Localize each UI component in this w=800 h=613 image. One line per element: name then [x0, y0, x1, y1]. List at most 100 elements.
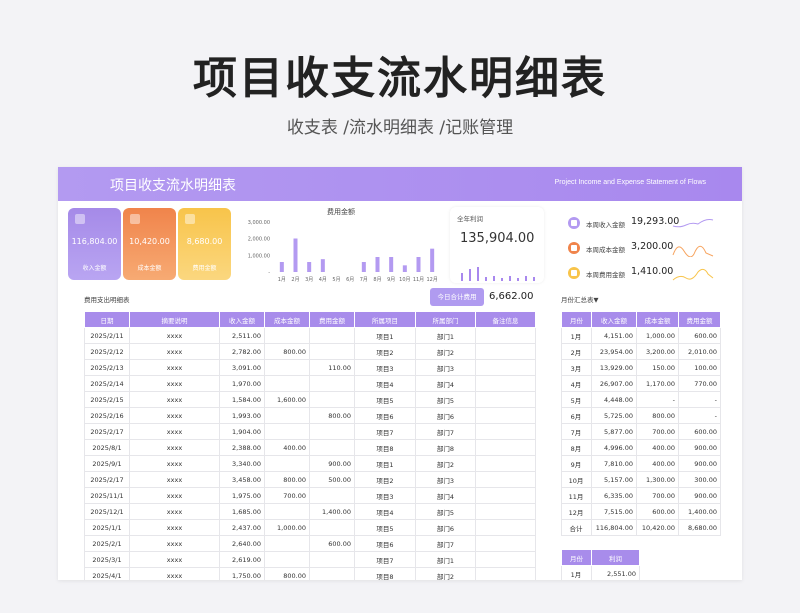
weekly-income-sparkline [672, 219, 714, 228]
column-header[interactable]: 收入金额 [591, 311, 637, 328]
table-row[interactable]: 7月 5,877.00 700.00 600.00 [561, 423, 721, 440]
table-cell [475, 375, 536, 392]
today-total-button[interactable]: 今日合计费用 [430, 288, 484, 306]
table-cell: 3,340.00 [219, 455, 265, 472]
table-cell: 部门6 [415, 407, 476, 424]
table-row[interactable]: 合计 116,804.00 10,420.00 8,680.00 [561, 519, 721, 536]
table-cell: 项目6 [354, 535, 416, 552]
table-row[interactable]: 2025/3/1 xxxx 2,619.00 项目7 部门1 [84, 551, 536, 568]
table-row[interactable]: 2025/2/12 xxxx 2,782.00 800.00 项目2 部门2 [84, 343, 536, 360]
table-cell: 10,420.00 [636, 519, 679, 536]
table-cell [475, 343, 536, 360]
table-row[interactable]: 1月 2,551.00 [561, 565, 640, 580]
x-tick-label: 9月 [387, 277, 395, 283]
table-cell: 2025/11/1 [84, 487, 130, 504]
table-cell [475, 487, 536, 504]
table-row[interactable]: 9月 7,810.00 400.00 900.00 [561, 455, 721, 472]
month-summary-dropdown[interactable]: 月份汇总表▼ [561, 294, 599, 304]
table-row[interactable]: 1月 4,151.00 1,000.00 600.00 [561, 327, 721, 344]
bar [430, 248, 435, 272]
x-tick-label: 1月 [278, 277, 286, 283]
table-cell: 部门8 [415, 439, 476, 456]
table-cell: 400.00 [264, 439, 310, 456]
table-row[interactable]: 2025/4/1 xxxx 1,750.00 800.00 项目8 部门2 [84, 567, 536, 580]
table-cell: 600.00 [309, 535, 355, 552]
table-row[interactable]: 2025/1/1 xxxx 2,437.00 1,000.00 项目5 部门6 [84, 519, 536, 536]
table-cell: 2025/3/1 [84, 551, 130, 568]
column-header[interactable]: 备注信息 [475, 311, 536, 328]
table-row[interactable]: 2025/9/1 xxxx 3,340.00 900.00 项目1 部门2 [84, 455, 536, 472]
table-row[interactable]: 11月 6,335.00 700.00 900.00 [561, 487, 721, 504]
table-cell: 部门6 [415, 519, 476, 536]
weekly-income-label: 本周收入金额 [586, 221, 625, 229]
box-icon [130, 214, 140, 224]
profit-value: 135,904.00 [460, 231, 535, 246]
column-header[interactable]: 所属项目 [354, 311, 416, 328]
table-cell: 900.00 [678, 455, 721, 472]
table-row[interactable]: 2025/2/16 xxxx 1,993.00 800.00 项目6 部门6 [84, 407, 536, 424]
table-cell: 23,954.00 [591, 343, 637, 360]
table-row[interactable]: 2025/2/1 xxxx 2,640.00 600.00 项目6 部门7 [84, 535, 536, 552]
column-header[interactable]: 收入金额 [219, 311, 265, 328]
kpi-card-expense[interactable]: 8,680.00 费用金额 [178, 208, 231, 280]
table-cell [309, 519, 355, 536]
table-row[interactable]: 12月 7,515.00 600.00 1,400.00 [561, 503, 721, 520]
table-cell: 900.00 [678, 487, 721, 504]
table-row[interactable]: 2月 23,954.00 3,200.00 2,010.00 [561, 343, 721, 360]
weekly-cost-label: 本周成本金额 [586, 246, 625, 254]
table-row[interactable]: 8月 4,996.00 400.00 900.00 [561, 439, 721, 456]
table-row[interactable]: 4月 26,907.00 1,170.00 770.00 [561, 375, 721, 392]
kpi-card-income[interactable]: 116,804.00 收入金额 [68, 208, 121, 280]
table-row[interactable]: 2025/11/1 xxxx 1,975.00 700.00 项目3 部门4 [84, 487, 536, 504]
table-cell: 4月 [561, 375, 592, 392]
table-row[interactable]: 2025/2/15 xxxx 1,584.00 1,600.00 项目5 部门5 [84, 391, 536, 408]
table-row[interactable]: 2025/12/1 xxxx 1,685.00 1,400.00 项目4 部门5 [84, 503, 536, 520]
table-cell: 2025/2/12 [84, 343, 130, 360]
table-row[interactable]: 2025/2/11 xxxx 2,511.00 项目1 部门1 [84, 327, 536, 344]
table-cell: 项目6 [354, 407, 416, 424]
table-cell [475, 407, 536, 424]
x-tick-label: 3月 [305, 277, 313, 283]
chart-title: 费用金额 [327, 207, 355, 216]
table-row[interactable]: 2025/2/13 xxxx 3,091.00 110.00 项目3 部门3 [84, 359, 536, 376]
x-tick-label: 2月 [291, 277, 299, 283]
table-row[interactable]: 2025/2/17 xxxx 1,904.00 项目7 部门7 [84, 423, 536, 440]
column-header[interactable]: 月份 [561, 549, 592, 566]
table-cell [475, 423, 536, 440]
column-header[interactable]: 所属部门 [415, 311, 476, 328]
table-cell: 项目4 [354, 375, 416, 392]
table-row[interactable]: 6月 5,725.00 800.00- [561, 407, 721, 424]
column-header[interactable]: 日期 [84, 311, 130, 328]
column-header[interactable]: 成本金额 [264, 311, 310, 328]
table-cell: 900.00 [678, 439, 721, 456]
table-cell [475, 471, 536, 488]
column-header[interactable]: 摘要说明 [129, 311, 220, 328]
table-row[interactable]: 5月 4,448.00- - [561, 391, 721, 408]
table-cell: 800.00 [309, 407, 355, 424]
table-row[interactable]: 2025/2/14 xxxx 1,970.00 项目4 部门4 [84, 375, 536, 392]
table-row[interactable]: 2025/8/1 xxxx 2,388.00 400.00 项目8 部门8 [84, 439, 536, 456]
kpi-card-cost[interactable]: 10,420.00 成本金额 [123, 208, 176, 280]
table-cell: xxxx [129, 519, 220, 536]
column-header[interactable]: 月份 [561, 311, 592, 328]
column-header[interactable]: 利润 [591, 549, 640, 566]
table-cell: 400.00 [636, 455, 679, 472]
weekly-expense: 本周费用金额 1,410.00 [568, 264, 728, 284]
column-header[interactable]: 费用金额 [309, 311, 355, 328]
table-cell: 2,640.00 [219, 535, 265, 552]
table-cell: 13,929.00 [591, 359, 637, 376]
table-cell: 项目7 [354, 423, 416, 440]
table-cell: 300.00 [678, 471, 721, 488]
column-header[interactable]: 成本金额 [636, 311, 679, 328]
table-cell: 项目1 [354, 455, 416, 472]
table-row[interactable]: 2025/2/17 xxxx 3,458.00 800.00 500.00 项目2 部门3 [84, 471, 536, 488]
column-header[interactable]: 费用金额 [678, 311, 721, 328]
table-cell [475, 535, 536, 552]
table-cell: xxxx [129, 391, 220, 408]
table-cell: 1,170.00 [636, 375, 679, 392]
table-cell: 部门2 [415, 343, 476, 360]
table-cell: 6月 [561, 407, 592, 424]
x-tick-label: 11月 [413, 277, 424, 283]
table-row[interactable]: 3月 13,929.00 150.00 100.00 [561, 359, 721, 376]
table-row[interactable]: 10月 5,157.00 1,300.00 300.00 [561, 471, 721, 488]
